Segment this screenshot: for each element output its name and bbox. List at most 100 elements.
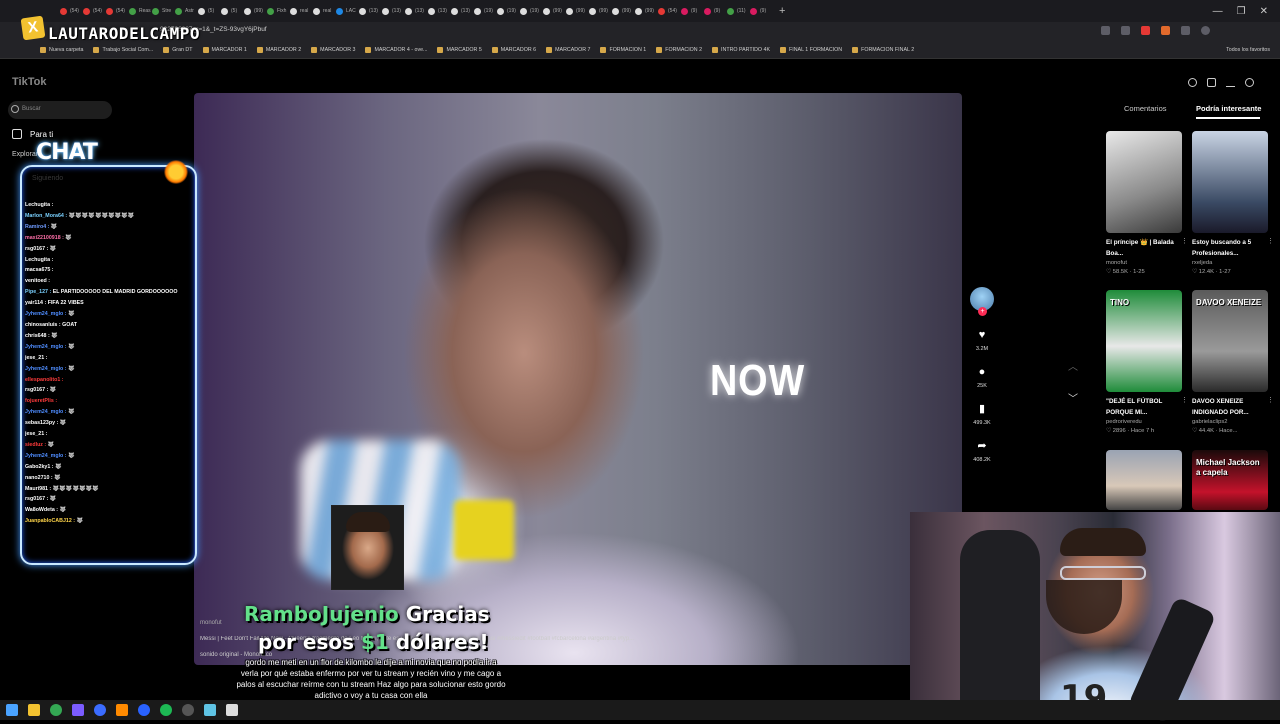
browser-tab[interactable]: (19) <box>520 0 543 22</box>
browser-tab[interactable]: (13) <box>405 0 428 22</box>
app-icon[interactable] <box>226 704 238 716</box>
tab-you-may-like[interactable]: Podría interesante <box>1196 104 1261 113</box>
app-icon[interactable] <box>204 704 216 716</box>
like-button[interactable]: ♥ 3.2M <box>976 329 988 352</box>
video-author[interactable]: monofut <box>200 620 222 626</box>
browser-tab[interactable]: (99) <box>244 0 267 22</box>
browser-tab[interactable]: (13) <box>359 0 382 22</box>
video-thumbnail[interactable]: Michael Jackson a capela <box>1192 450 1268 510</box>
video-card[interactable]: Estoy buscando a 5 Profesionales... rxelj… <box>1192 131 1274 277</box>
phone-icon[interactable] <box>1207 78 1216 87</box>
app-icon[interactable] <box>72 704 84 716</box>
follow-plus-icon[interactable]: + <box>978 307 987 316</box>
browser-tab[interactable]: (54) <box>83 0 106 22</box>
more-options-icon[interactable]: ⋮ <box>1181 237 1188 245</box>
extension-icon[interactable] <box>1161 26 1170 35</box>
more-options-icon[interactable]: ⋮ <box>1267 396 1274 404</box>
download-icon[interactable] <box>1226 78 1235 87</box>
maximize-button[interactable]: ❐ <box>1237 6 1246 17</box>
browser-tab[interactable]: (54) <box>60 0 83 22</box>
browser-tab[interactable]: Stre <box>152 0 175 22</box>
browser-tab[interactable]: Reas <box>129 0 152 22</box>
video-card[interactable]: DAVOO XENEIZE DAVOO XENEIZE INDIGNADO POR… <box>1192 290 1274 436</box>
browser-tab[interactable]: (11) <box>727 0 750 22</box>
bookmark-item[interactable]: MARCADOR 4 - ove... <box>365 47 427 53</box>
chrome-icon[interactable] <box>50 704 62 716</box>
browser-tab[interactable]: (13) <box>428 0 451 22</box>
file-explorer-icon[interactable] <box>28 704 40 716</box>
browser-tab[interactable]: real <box>313 0 336 22</box>
bookmark-item[interactable]: Gran DT <box>163 47 193 53</box>
browser-tab[interactable]: (54) <box>106 0 129 22</box>
creator-avatar[interactable]: + <box>970 287 994 316</box>
extension-icon[interactable] <box>1101 26 1110 35</box>
browser-tab[interactable]: (99) <box>612 0 635 22</box>
browser-tab[interactable]: (99) <box>589 0 612 22</box>
video-card[interactable] <box>1106 450 1182 510</box>
save-button[interactable]: ▮ 499.3K <box>973 403 990 426</box>
bookmark-item[interactable]: MARCADOR 1 <box>202 47 247 53</box>
close-window-button[interactable]: ✕ <box>1260 6 1268 17</box>
browser-tab[interactable]: LAC <box>336 0 359 22</box>
app-icon[interactable] <box>160 704 172 716</box>
bookmark-item[interactable]: MARCADOR 2 <box>256 47 301 53</box>
browser-tab[interactable]: (99) <box>543 0 566 22</box>
browser-tab[interactable]: (99) <box>635 0 658 22</box>
card-author[interactable]: monofut <box>1106 259 1182 268</box>
browser-tab[interactable]: (13) <box>451 0 474 22</box>
tiktok-logo[interactable]: TikTok <box>12 76 46 88</box>
profile-icon[interactable] <box>1245 78 1254 87</box>
bookmark-item[interactable]: FORMACION 2 <box>656 47 702 53</box>
extension-icon[interactable] <box>1181 26 1190 35</box>
bookmark-item[interactable]: MARCADOR 5 <box>437 47 482 53</box>
bookmark-item[interactable]: MARCADOR 3 <box>311 47 355 53</box>
bookmark-item[interactable]: MARCADOR 7 <box>546 47 590 53</box>
video-thumbnail[interactable] <box>1106 131 1182 233</box>
extension-icon[interactable] <box>1141 26 1150 35</box>
browser-tab[interactable]: Astr <box>175 0 198 22</box>
app-icon[interactable] <box>116 704 128 716</box>
obs-icon[interactable] <box>182 704 194 716</box>
tab-comments[interactable]: Comentarios <box>1124 104 1167 113</box>
video-thumbnail[interactable] <box>1106 450 1182 510</box>
search-input[interactable]: Buscar <box>8 101 112 119</box>
card-author[interactable]: gabrielaclips2 <box>1192 418 1268 427</box>
app-icon[interactable] <box>138 704 150 716</box>
more-options-icon[interactable]: ⋮ <box>1181 396 1188 404</box>
extension-icon[interactable] <box>1121 26 1130 35</box>
bookmark-item[interactable]: FORMACION 1 <box>600 47 646 53</box>
minimize-button[interactable]: — <box>1213 6 1223 17</box>
chevron-down-icon[interactable]: ﹀ <box>1068 390 1078 405</box>
new-tab-button[interactable]: + <box>779 5 785 17</box>
browser-tab[interactable]: (9) <box>704 0 727 22</box>
comment-button[interactable]: ● 25K <box>977 366 987 389</box>
start-icon[interactable] <box>6 704 18 716</box>
more-options-icon[interactable]: ⋮ <box>1267 237 1274 245</box>
settings-icon[interactable] <box>1188 78 1197 87</box>
profile-icon[interactable] <box>1201 26 1210 35</box>
browser-tab[interactable]: Fixh <box>267 0 290 22</box>
video-card[interactable]: El príncipe 👑 | Balada Boa... monofut ♡ 58… <box>1106 131 1188 277</box>
browser-tab[interactable]: (13) <box>382 0 405 22</box>
bookmark-item[interactable]: FINAL 1 FORMACION <box>780 47 842 53</box>
all-bookmarks-link[interactable]: Todos los favoritos <box>1226 47 1270 53</box>
video-card[interactable]: TINO "DEJÉ EL FÚTBOL PORQUE MI... pedroriv… <box>1106 290 1188 436</box>
browser-tab[interactable]: (5) <box>221 0 244 22</box>
bookmark-item[interactable]: Trabajo Social Com... <box>93 47 153 53</box>
browser-tab[interactable]: (9) <box>750 0 773 22</box>
bookmark-item[interactable]: INTRO PARTIDO 4K <box>712 47 770 53</box>
bookmark-item[interactable]: MARCADOR 6 <box>491 47 536 53</box>
app-icon[interactable] <box>94 704 106 716</box>
video-card[interactable]: Michael Jackson a capela <box>1192 450 1268 510</box>
card-author[interactable]: pedroriveredu <box>1106 418 1182 427</box>
share-button[interactable]: ➦ 408.2K <box>973 440 990 463</box>
browser-tab[interactable]: (19) <box>497 0 520 22</box>
browser-tab[interactable]: (99) <box>566 0 589 22</box>
video-thumbnail[interactable]: TINO <box>1106 290 1182 392</box>
bookmark-item[interactable]: Nueva carpeta <box>40 47 83 53</box>
nav-for-you[interactable]: Para ti <box>12 129 53 139</box>
chevron-up-icon[interactable]: ︿ <box>1068 358 1078 373</box>
video-thumbnail[interactable]: DAVOO XENEIZE <box>1192 290 1268 392</box>
browser-tab[interactable]: (54) <box>658 0 681 22</box>
browser-tab[interactable]: (5) <box>198 0 221 22</box>
